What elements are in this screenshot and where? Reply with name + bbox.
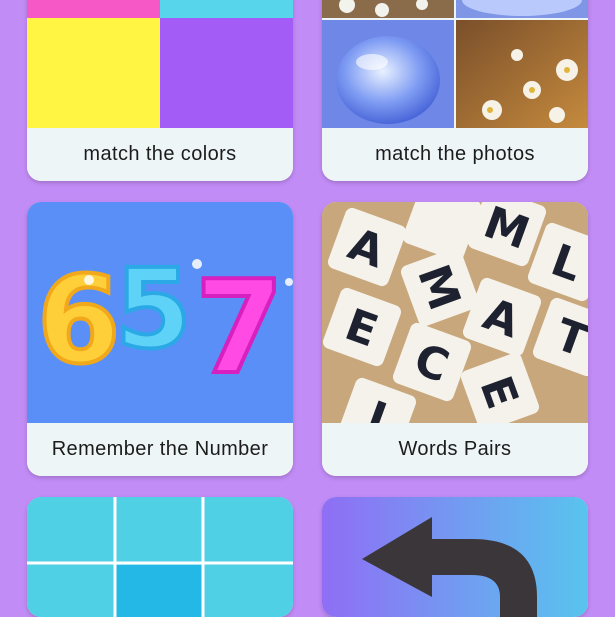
undo-arrow-icon <box>322 497 588 617</box>
game-card-undo[interactable] <box>322 497 588 617</box>
grid-tiles-image <box>27 497 293 617</box>
letter-tiles-image: A M L M E A T C E I <box>322 202 588 423</box>
digit-6: 6 <box>37 252 121 391</box>
number-657-image: 6 5 7 <box>27 202 293 423</box>
game-card-label: match the photos <box>322 128 588 181</box>
game-card-label: Words Pairs <box>322 423 588 476</box>
game-card-grid[interactable] <box>27 497 293 617</box>
game-card-match-colors[interactable]: match the colors <box>27 0 293 181</box>
game-card-words-pairs[interactable]: A M L M E A T C E I Words Pairs <box>322 202 588 476</box>
digit-7: 7 <box>195 254 284 403</box>
digit-5: 5 <box>115 245 192 373</box>
color-swatches-image <box>27 0 293 128</box>
game-card-label: Remember the Number <box>27 423 293 476</box>
photo-tiles-image <box>322 0 588 128</box>
game-card-remember-number[interactable]: 6 5 7 Remember the Number <box>27 202 293 476</box>
game-card-label: match the colors <box>27 128 293 181</box>
game-card-match-photos[interactable]: match the photos <box>322 0 588 181</box>
